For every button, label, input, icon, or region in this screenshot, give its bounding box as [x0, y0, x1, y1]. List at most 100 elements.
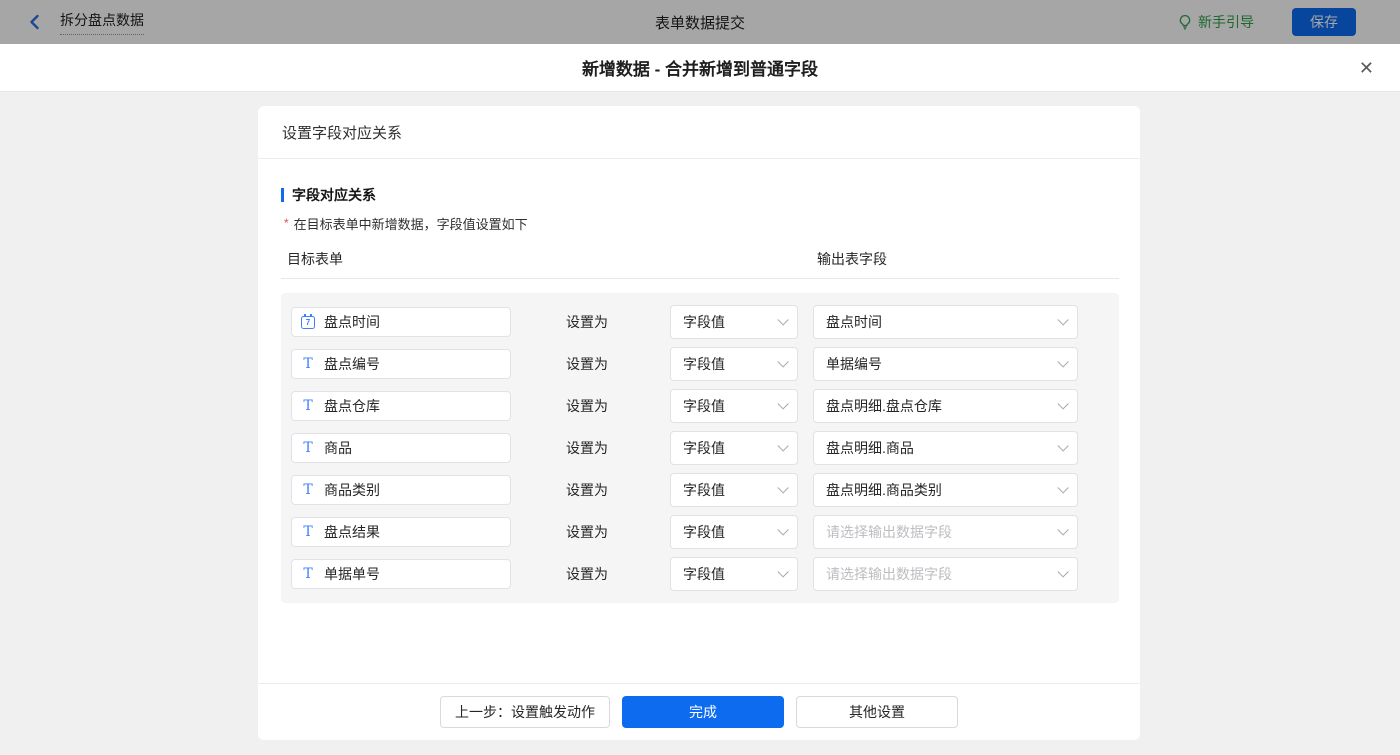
card-header: 设置字段对应关系 — [258, 106, 1140, 159]
target-field-select[interactable]: 盘点明细.商品 — [813, 431, 1078, 465]
mapping-row: T 盘点结果 设置为 字段值 请选择输出数据字段 — [291, 515, 1119, 549]
source-field-label: 盘点仓库 — [324, 396, 380, 416]
chevron-down-icon — [1057, 524, 1068, 535]
chevron-down-icon — [1057, 440, 1068, 451]
chevron-down-icon — [777, 524, 788, 535]
chevron-down-icon — [777, 356, 788, 367]
helper-row: * 在目标表单中新增数据，字段值设置如下 — [281, 214, 1119, 233]
page-body: 设置字段对应关系 字段对应关系 * 在目标表单中新增数据，字段值设置如下 目标表… — [0, 92, 1400, 755]
previous-step-button[interactable]: 上一步：设置触发动作 — [440, 696, 610, 728]
mode-select-value: 字段值 — [683, 438, 725, 458]
mapping-row: T 单据单号 设置为 字段值 请选择输出数据字段 — [291, 557, 1119, 591]
target-select-value: 盘点明细.商品类别 — [826, 480, 942, 500]
target-select-placeholder: 请选择输出数据字段 — [826, 564, 952, 584]
set-as-label: 设置为 — [566, 522, 610, 542]
mode-select[interactable]: 字段值 — [670, 305, 798, 339]
mode-select[interactable]: 字段值 — [670, 473, 798, 507]
section-title: 字段对应关系 — [281, 185, 1119, 205]
section-title-label: 字段对应关系 — [292, 185, 376, 205]
target-select-placeholder: 请选择输出数据字段 — [826, 522, 952, 542]
source-field: 7 盘点时间 — [291, 307, 511, 337]
target-select-value: 单据编号 — [826, 354, 882, 374]
target-field-select[interactable]: 单据编号 — [813, 347, 1078, 381]
text-field-icon: T — [301, 483, 315, 497]
column-headers: 目标表单 输出表字段 — [281, 249, 1119, 279]
source-field: T 商品 — [291, 433, 511, 463]
section-accent-bar — [281, 188, 284, 202]
mode-select[interactable]: 字段值 — [670, 557, 798, 591]
mapping-row: 7 盘点时间 设置为 字段值 盘点时间 — [291, 305, 1119, 339]
source-field-label: 单据单号 — [324, 564, 380, 584]
source-field-label: 盘点时间 — [324, 312, 380, 332]
target-field-select[interactable]: 请选择输出数据字段 — [813, 515, 1078, 549]
source-field-label: 商品类别 — [324, 480, 380, 500]
set-as-label: 设置为 — [566, 438, 610, 458]
mode-select[interactable]: 字段值 — [670, 431, 798, 465]
text-field-icon: T — [301, 399, 315, 413]
target-select-value: 盘点明细.商品 — [826, 438, 914, 458]
finish-button[interactable]: 完成 — [622, 696, 784, 728]
column-header-target: 输出表字段 — [817, 249, 887, 269]
chevron-down-icon — [1057, 398, 1068, 409]
source-field: T 盘点结果 — [291, 517, 511, 547]
source-field-label: 盘点编号 — [324, 354, 380, 374]
guide-button[interactable]: 新手引导 — [1177, 12, 1254, 32]
modal-title: 新增数据 - 合并新增到普通字段 — [582, 55, 818, 80]
mode-select-value: 字段值 — [683, 354, 725, 374]
mode-select-value: 字段值 — [683, 564, 725, 584]
mode-select[interactable]: 字段值 — [670, 389, 798, 423]
mapping-row: T 盘点编号 设置为 字段值 单据编号 — [291, 347, 1119, 381]
target-field-select[interactable]: 盘点明细.盘点仓库 — [813, 389, 1078, 423]
set-as-label: 设置为 — [566, 480, 610, 500]
text-field-icon: T — [301, 441, 315, 455]
mode-select-value: 字段值 — [683, 480, 725, 500]
card-footer: 上一步：设置触发动作 完成 其他设置 — [258, 683, 1140, 740]
chevron-down-icon — [1057, 482, 1068, 493]
mapping-row: T 商品类别 设置为 字段值 盘点明细.商品类别 — [291, 473, 1119, 507]
set-as-label: 设置为 — [566, 396, 610, 416]
source-field: T 盘点仓库 — [291, 391, 511, 421]
guide-label: 新手引导 — [1198, 12, 1254, 32]
mode-select[interactable]: 字段值 — [670, 515, 798, 549]
source-field-label: 商品 — [324, 438, 352, 458]
target-select-value: 盘点时间 — [826, 312, 882, 332]
mode-select-value: 字段值 — [683, 312, 725, 332]
chevron-down-icon — [777, 440, 788, 451]
target-field-select[interactable]: 盘点时间 — [813, 305, 1078, 339]
lightbulb-icon — [1177, 14, 1193, 30]
source-field-label: 盘点结果 — [324, 522, 380, 542]
source-field: T 商品类别 — [291, 475, 511, 505]
modal-header: 新增数据 - 合并新增到普通字段 ✕ — [0, 44, 1400, 92]
save-button[interactable]: 保存 — [1292, 8, 1356, 36]
text-field-icon: T — [301, 525, 315, 539]
chevron-down-icon — [1057, 356, 1068, 367]
column-header-source: 目标表单 — [287, 251, 343, 267]
mapping-panel: 7 盘点时间 设置为 字段值 盘点时间 T — [281, 293, 1119, 603]
target-field-select[interactable]: 请选择输出数据字段 — [813, 557, 1078, 591]
helper-text: 在目标表单中新增数据，字段值设置如下 — [294, 214, 528, 233]
source-field: T 单据单号 — [291, 559, 511, 589]
other-settings-button[interactable]: 其他设置 — [796, 696, 958, 728]
close-button[interactable]: ✕ — [1355, 55, 1378, 81]
set-as-label: 设置为 — [566, 564, 610, 584]
required-asterisk: * — [284, 216, 289, 230]
chevron-down-icon — [777, 314, 788, 325]
mapping-row: T 盘点仓库 设置为 字段值 盘点明细.盘点仓库 — [291, 389, 1119, 423]
card-header-title: 设置字段对应关系 — [282, 122, 402, 143]
text-field-icon: T — [301, 357, 315, 371]
set-as-label: 设置为 — [566, 312, 610, 332]
chevron-down-icon — [777, 482, 788, 493]
target-field-select[interactable]: 盘点明细.商品类别 — [813, 473, 1078, 507]
settings-card: 设置字段对应关系 字段对应关系 * 在目标表单中新增数据，字段值设置如下 目标表… — [258, 106, 1140, 740]
mapping-row: T 商品 设置为 字段值 盘点明细.商品 — [291, 431, 1119, 465]
mode-select[interactable]: 字段值 — [670, 347, 798, 381]
mode-select-value: 字段值 — [683, 522, 725, 542]
chevron-down-icon — [1057, 314, 1068, 325]
chevron-down-icon — [777, 566, 788, 577]
chevron-down-icon — [777, 398, 788, 409]
close-icon: ✕ — [1359, 58, 1374, 78]
target-select-value: 盘点明细.盘点仓库 — [826, 396, 942, 416]
mode-select-value: 字段值 — [683, 396, 725, 416]
top-bar: 拆分盘点数据 表单数据提交 新手引导 保存 — [0, 0, 1400, 44]
chevron-down-icon — [1057, 566, 1068, 577]
